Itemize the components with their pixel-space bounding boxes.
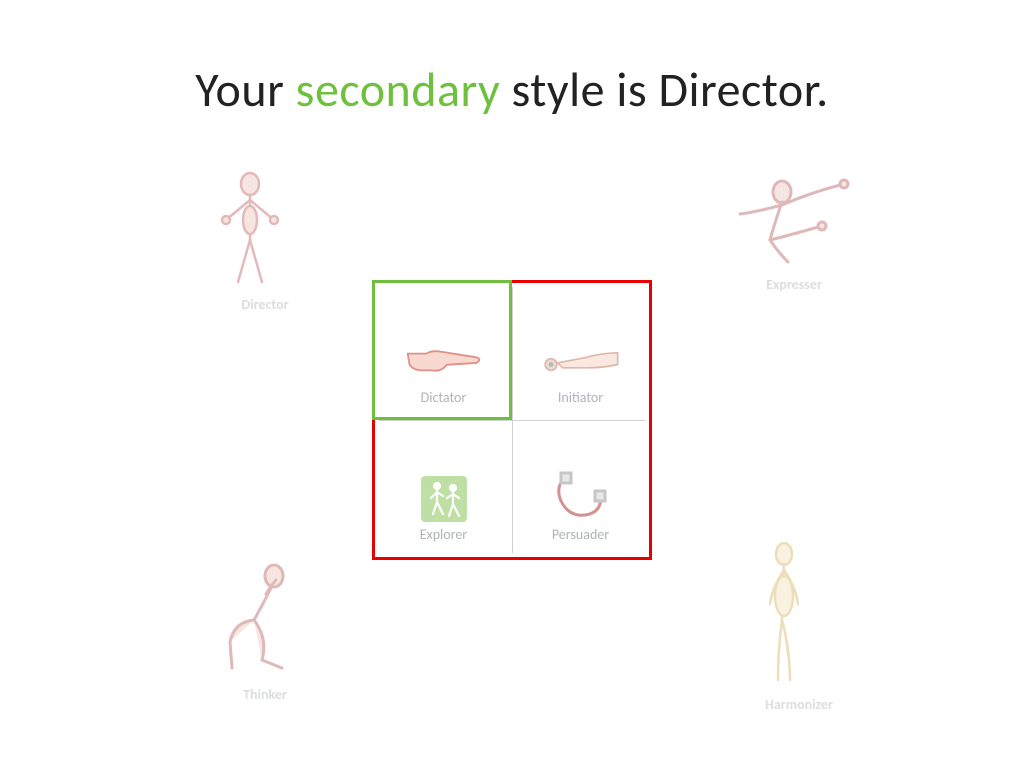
page-title: Your secondary style is Director.	[0, 60, 1024, 119]
magnet-icon	[541, 474, 621, 524]
expresser-figure-icon	[724, 170, 864, 270]
corner-harmonizer-label: Harmonizer	[744, 696, 854, 713]
quadrant-initiator: Initiator	[512, 283, 649, 420]
slide: Your secondary style is Director. Direct…	[0, 0, 1024, 766]
corner-director: Director	[210, 170, 320, 313]
harmonizer-figure-icon	[744, 540, 854, 690]
thinker-figure-icon	[210, 560, 320, 680]
corner-expresser: Expresser	[724, 170, 864, 293]
title-part2: style is Director.	[500, 60, 829, 119]
title-accent-word: secondary	[296, 60, 501, 119]
quadrant-explorer: Explorer	[375, 420, 512, 557]
pointing-hand-icon	[404, 337, 484, 387]
corner-thinker: Thinker	[210, 560, 320, 703]
quadrant-persuader-label: Persuader	[552, 526, 609, 543]
quadrant-dictator-label: Dictator	[421, 389, 467, 406]
quadrant-explorer-label: Explorer	[420, 526, 467, 543]
quadrant-persuader: Persuader	[512, 420, 649, 557]
quadrant-initiator-label: Initiator	[558, 389, 603, 406]
director-figure-icon	[210, 170, 320, 290]
hikers-icon	[404, 474, 484, 524]
corner-director-label: Director	[210, 296, 320, 313]
pressing-button-hand-icon	[541, 337, 621, 387]
corner-expresser-label: Expresser	[724, 276, 864, 293]
title-part1: Your	[195, 60, 295, 119]
corner-harmonizer: Harmonizer	[744, 540, 854, 713]
style-grid: Dictator Initiator	[372, 280, 652, 560]
quadrant-dictator: Dictator	[375, 283, 512, 420]
corner-thinker-label: Thinker	[210, 686, 320, 703]
